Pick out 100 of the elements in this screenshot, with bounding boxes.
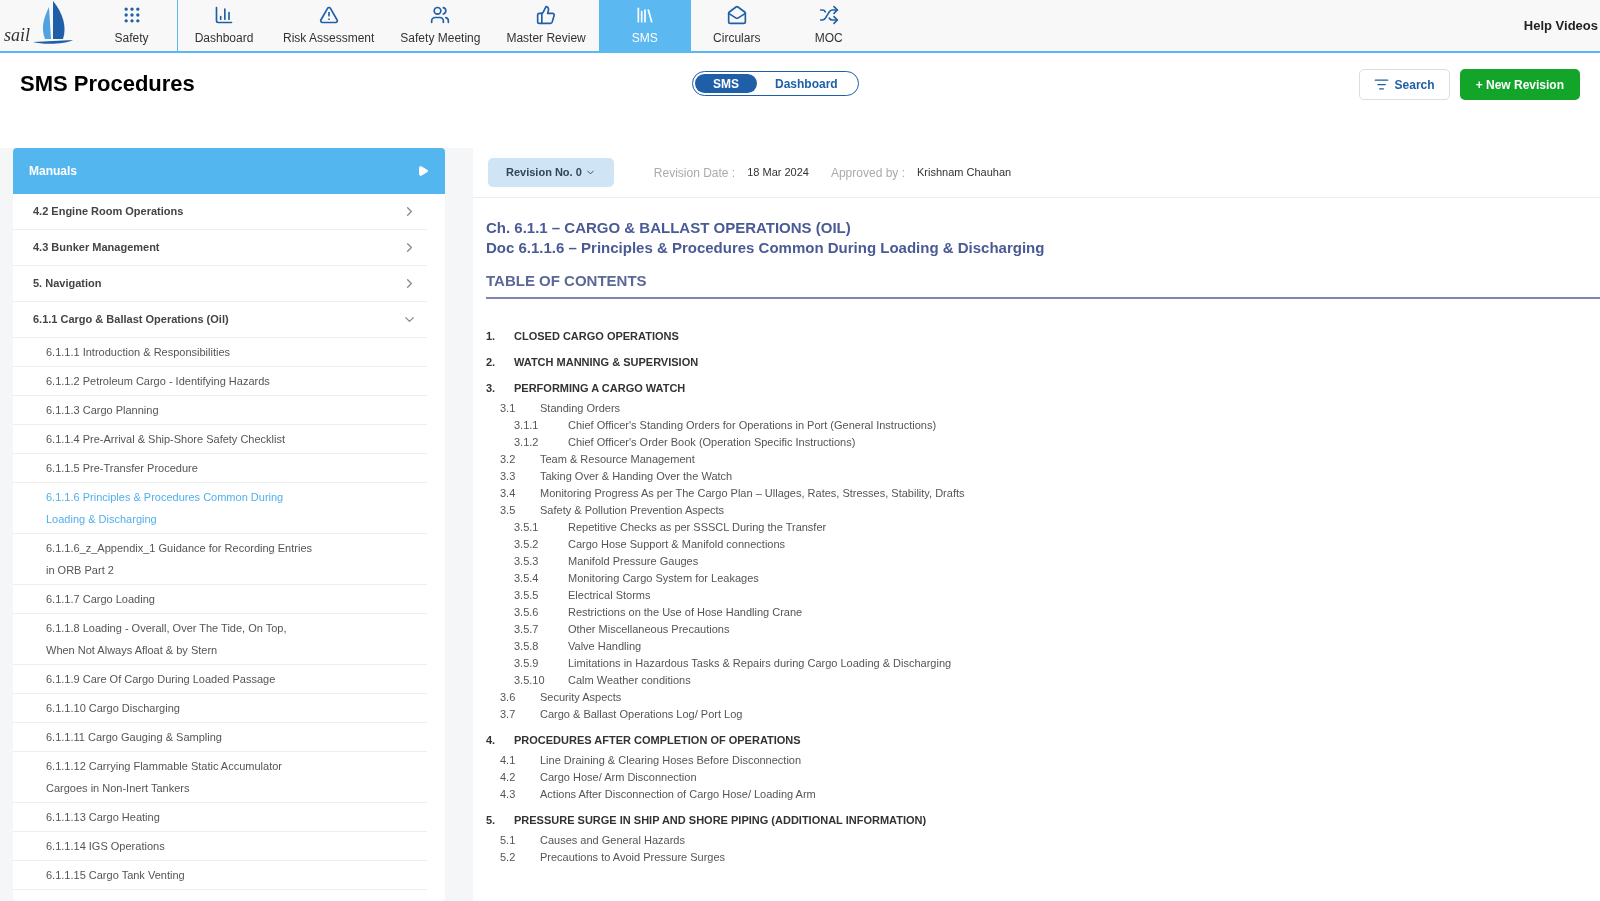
toc-number: 3.2 bbox=[500, 451, 517, 467]
nav-tab[interactable]: Risk Assessment bbox=[270, 0, 388, 51]
toc-entry[interactable]: Chief Officer's Order Book (Operation Specific Instructions) bbox=[568, 433, 856, 451]
nav-tab[interactable]: Circulars bbox=[690, 0, 783, 51]
toc-entry[interactable]: PRESSURE SURGE IN SHIP AND SHORE PIPING (ADDITIONAL INFORMATION) bbox=[514, 811, 927, 829]
sidebar-item[interactable]: 4.3 Bunker Management bbox=[13, 230, 427, 266]
people-icon bbox=[430, 4, 451, 25]
sidebar-subitem[interactable]: 6.1.1.13 Cargo Heating bbox=[13, 803, 427, 832]
toc-entry[interactable]: Restrictions on the Use of Hose Handling Crane bbox=[568, 603, 803, 621]
envelope-icon bbox=[726, 4, 747, 25]
thumbs-up-icon bbox=[536, 4, 557, 25]
toc-entry[interactable]: Taking Over & Handing Over the Watch bbox=[540, 467, 733, 485]
toc-entry[interactable]: Valve Handling bbox=[568, 637, 642, 655]
toc-number: 2. bbox=[486, 354, 497, 370]
sidebar-subitem[interactable]: 6.1.1.1 Introduction & Responsibilities bbox=[13, 338, 427, 367]
toc-number: 4. bbox=[486, 732, 497, 748]
warning-icon bbox=[318, 4, 339, 25]
nav-tab[interactable]: Safety Meeting bbox=[387, 0, 494, 51]
toc-number: 5. bbox=[486, 812, 497, 828]
toc-entry[interactable]: Actions After Disconnection of Cargo Hose/ Loading Arm bbox=[540, 785, 816, 803]
toc-entry[interactable]: Causes and General Hazards bbox=[540, 831, 685, 849]
chapter-title: Ch. 6.1.1 – CARGO & BALLAST OPERATIONS (OIL) bbox=[486, 218, 852, 238]
help-videos-link[interactable]: Help Videos bbox=[1523, 15, 1600, 36]
sidebar-subitem[interactable]: 6.1.1.12 Carrying Flammable Static Accumulator Cargoes in Non-Inert Tankers bbox=[13, 752, 427, 803]
nav-tab[interactable]: MOC bbox=[782, 0, 875, 51]
toc-entry[interactable]: Limitations in Hazardous Tasks & Repairs during Cargo Loading & Discharging bbox=[568, 654, 952, 672]
logo[interactable]: sail bbox=[0, 0, 86, 51]
sidebar-item[interactable]: 4.2 Engine Room Operations bbox=[13, 194, 427, 230]
sidebar-subitem[interactable]: 6.1.1.5 Pre-Transfer Procedure bbox=[13, 454, 427, 483]
toc-number: 3.5.3 bbox=[514, 553, 540, 569]
toc-number: 3. bbox=[486, 380, 497, 396]
toc-number: 3.5.8 bbox=[514, 638, 540, 654]
revision-select[interactable]: Revision No. 0 bbox=[488, 158, 614, 187]
toc-entry[interactable]: Safety & Pollution Prevention Aspects bbox=[540, 501, 725, 519]
toc-entry[interactable]: Other Miscellaneous Precautions bbox=[568, 620, 730, 638]
filter-icon bbox=[1373, 77, 1389, 92]
sidebar-subitem[interactable]: 6.1.1.15 Cargo Tank Venting bbox=[13, 861, 427, 890]
toc-entry[interactable]: Line Draining & Clearing Hoses Before Disconnection bbox=[540, 751, 802, 769]
nav-tab[interactable]: Master Review bbox=[493, 0, 599, 51]
play-arrow-icon bbox=[417, 165, 429, 177]
approver-name: Krishnam Chauhan bbox=[917, 165, 1012, 181]
sidebar-subitem[interactable]: 6.1.1.3 Cargo Planning bbox=[13, 396, 427, 425]
toc-entry[interactable]: Team & Resource Management bbox=[540, 450, 695, 468]
toc-number: 4.1 bbox=[500, 752, 517, 768]
toc-entry[interactable]: Monitoring Cargo System for Leakages bbox=[568, 569, 759, 587]
toc-entry[interactable]: Repetitive Checks as per SSSCL During the Transfer bbox=[568, 518, 827, 536]
toggle-option[interactable]: Dashboard bbox=[757, 74, 856, 93]
toc-entry[interactable]: Calm Weather conditions bbox=[568, 671, 691, 689]
toc-entry[interactable]: Cargo Hose Support & Manifold connections bbox=[568, 535, 786, 553]
toc-entry[interactable]: Monitoring Progress As per The Cargo Plan – Ullages, Rates, Stresses, Stability, Drafts bbox=[540, 484, 965, 502]
sidebar-subitem[interactable]: 6.1.1.9 Care Of Cargo During Loaded Passage bbox=[13, 665, 427, 694]
toc-entry[interactable]: Security Aspects bbox=[540, 688, 622, 706]
toc-number: 3.6 bbox=[500, 689, 517, 705]
toc-number: 3.4 bbox=[500, 485, 517, 501]
toc-number: 3.1 bbox=[500, 400, 517, 416]
sidebar-subitem[interactable]: 6.1.1.10 Cargo Discharging bbox=[13, 694, 427, 723]
toc-entry[interactable]: PROCEDURES AFTER COMPLETION OF OPERATIONS bbox=[514, 731, 801, 749]
toc-entry[interactable]: Standing Orders bbox=[540, 399, 621, 417]
nav-tab[interactable]: Dashboard bbox=[178, 0, 270, 51]
toc-number: 4.2 bbox=[500, 769, 517, 785]
toc-entry[interactable]: Chief Officer's Standing Orders for Operations in Port (General Instructions) bbox=[568, 416, 937, 434]
revision-date-label: Revision Date : bbox=[653, 164, 736, 182]
toc-number: 3.5 bbox=[500, 502, 517, 518]
toggle-option[interactable]: SMS bbox=[695, 74, 757, 93]
sidebar-subitem[interactable]: 6.1.1.8 Loading - Overall, Over The Tide, On Top, When Not Always Afloat & by Stern bbox=[13, 614, 427, 665]
sidebar-subitem[interactable]: 6.1.1.11 Cargo Gauging & Sampling bbox=[13, 723, 427, 752]
toc-entry[interactable]: WATCH MANNING & SUPERVISION bbox=[514, 353, 699, 371]
toc-number: 3.1.2 bbox=[514, 434, 540, 450]
page-title: SMS Procedures bbox=[20, 70, 196, 98]
toc-entry[interactable]: CLOSED CARGO OPERATIONS bbox=[514, 327, 679, 345]
toc-number: 3.5.2 bbox=[514, 536, 540, 552]
sidebar-subitem[interactable]: 6.1.1.4 Pre-Arrival & Ship-Shore Safety Checklist bbox=[13, 425, 427, 454]
toc-entry[interactable]: Electrical Storms bbox=[568, 586, 651, 604]
toc-number: 3.1.1 bbox=[514, 417, 540, 433]
sidebar-subitem[interactable]: 6.1.1.7 Cargo Loading bbox=[13, 585, 427, 614]
toc-entry[interactable]: Precautions to Avoid Pressure Surges bbox=[540, 848, 726, 866]
sidebar-subitem[interactable]: 6.1.1.14 IGS Operations bbox=[13, 832, 427, 861]
toc-entry[interactable]: Cargo & Ballast Operations Log/ Port Log bbox=[540, 705, 743, 723]
approved-by-label: Approved by : bbox=[830, 164, 905, 182]
toc-entry[interactable]: Manifold Pressure Gauges bbox=[568, 552, 699, 570]
sidebar-item[interactable]: 6.1.1 Cargo & Ballast Operations (Oil) bbox=[13, 302, 427, 338]
nav-tab[interactable]: Safety bbox=[86, 0, 178, 51]
bar-chart-icon bbox=[214, 4, 234, 25]
toc-number: 3.7 bbox=[500, 706, 517, 722]
toc-entry[interactable]: PERFORMING A CARGO WATCH bbox=[514, 379, 686, 397]
toc-entry[interactable]: Cargo Hose/ Arm Disconnection bbox=[540, 768, 697, 786]
document-title: Doc 6.1.1.6 – Principles & Procedures Common During Loading & Discharging bbox=[486, 238, 1046, 258]
sidebar-subitem[interactable]: 6.1.1.2 Petroleum Cargo - Identifying Hazards bbox=[13, 367, 427, 396]
revision-date: 18 Mar 2024 bbox=[747, 165, 809, 181]
toc-number: 3.5.6 bbox=[514, 604, 540, 620]
sidebar-subitem[interactable]: 6.1.1.6_z_Appendix_1 Guidance for Recording Entries in ORB Part 2 bbox=[13, 534, 427, 585]
toc-number: 3.5.10 bbox=[514, 672, 546, 688]
toc-number: 3.5.7 bbox=[514, 621, 540, 637]
toc-number: 1. bbox=[486, 328, 497, 344]
search-button[interactable]: Search bbox=[1358, 69, 1450, 100]
sidebar-item[interactable]: 5. Navigation bbox=[13, 266, 427, 302]
toc-heading: TABLE OF CONTENTS bbox=[486, 270, 1600, 299]
toc-number: 3.5.9 bbox=[514, 655, 540, 671]
toc-number: 4.3 bbox=[500, 786, 517, 802]
toc-number: 3.5.1 bbox=[514, 519, 540, 535]
